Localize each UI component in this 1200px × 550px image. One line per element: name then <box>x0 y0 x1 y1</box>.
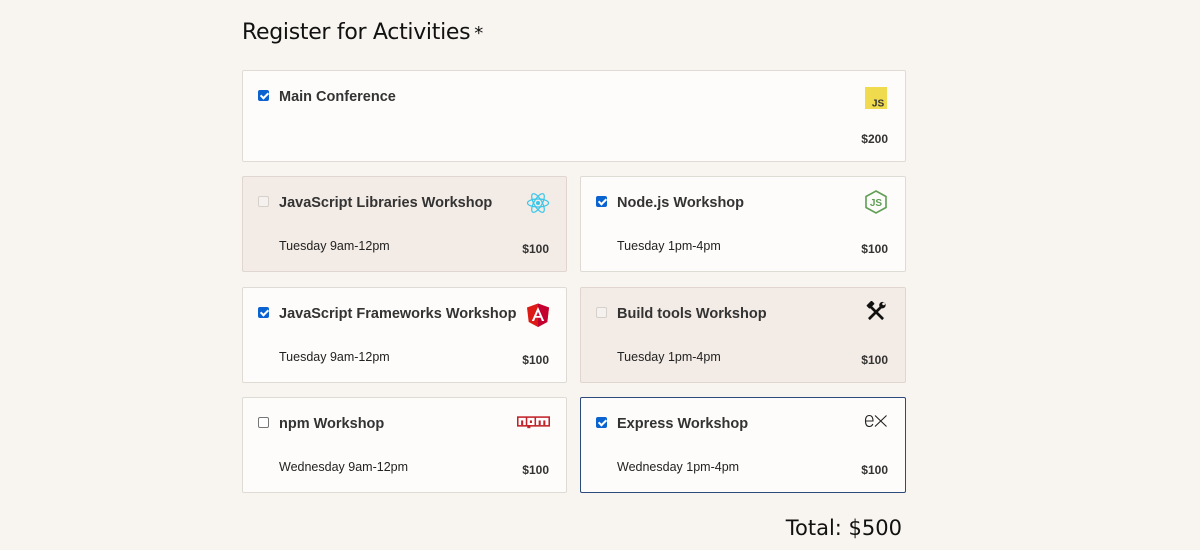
js-libraries-checkbox[interactable] <box>258 196 269 207</box>
required-marker: * <box>474 23 483 44</box>
activity-time: Wednesday 1pm-4pm <box>617 460 740 474</box>
activities-total: Total: $500 <box>785 516 902 540</box>
activity-name: JavaScript Libraries Workshop <box>279 195 493 211</box>
nodejs-checkbox[interactable] <box>596 196 607 207</box>
js-frameworks-checkbox[interactable] <box>258 307 269 318</box>
svg-text:JS: JS <box>872 98 885 109</box>
activity-price: $100 <box>861 463 888 477</box>
express-checkbox[interactable] <box>596 417 607 428</box>
activity-npm[interactable]: npm Workshop Wednesday 9am-12pm $100 <box>242 397 567 493</box>
main-conference-checkbox[interactable] <box>258 90 269 101</box>
activity-nodejs[interactable]: Node.js Workshop JS Tuesday 1pm-4pm $100 <box>580 176 906 272</box>
activity-js-libraries[interactable]: JavaScript Libraries Workshop Tuesday 9a… <box>242 176 567 272</box>
npm-checkbox[interactable] <box>258 417 269 428</box>
activity-price: $100 <box>522 242 549 256</box>
activity-name: npm Workshop <box>279 416 385 432</box>
build-tools-checkbox[interactable] <box>596 307 607 318</box>
activity-name: JavaScript Frameworks Workshop <box>279 306 517 322</box>
npm-icon <box>517 416 550 429</box>
activity-time: Tuesday 9am-12pm <box>279 350 390 364</box>
react-icon <box>526 193 550 213</box>
js-icon: JS <box>865 87 887 109</box>
activity-price: $100 <box>522 353 549 367</box>
activity-time: Tuesday 1pm-4pm <box>617 350 721 364</box>
activity-price: $100 <box>861 353 888 367</box>
activity-time: Tuesday 1pm-4pm <box>617 239 721 253</box>
activity-main-conference[interactable]: Main Conference JS $200 <box>242 70 906 162</box>
activity-name: Build tools Workshop <box>617 306 767 322</box>
express-icon <box>864 414 887 428</box>
activity-name: Main Conference <box>279 89 396 105</box>
activity-name: Node.js Workshop <box>617 195 745 211</box>
svg-text:JS: JS <box>870 198 883 209</box>
activity-price: $200 <box>861 132 888 146</box>
activity-time: Tuesday 9am-12pm <box>279 239 390 253</box>
angular-icon <box>527 303 549 327</box>
activity-time: Wednesday 9am-12pm <box>279 460 409 474</box>
activity-build-tools[interactable]: Build tools Workshop Tuesday 1pm-4pm $10… <box>580 287 906 383</box>
activity-price: $100 <box>861 242 888 256</box>
tools-icon <box>866 301 886 320</box>
activity-express[interactable]: Express Workshop Wednesday 1pm-4pm $100 <box>580 397 906 493</box>
activities-fieldset: Register for Activities * Main Conference… <box>242 0 906 550</box>
nodejs-icon: JS <box>865 190 887 214</box>
activities-heading: Register for Activities * <box>242 20 483 45</box>
activity-name: Express Workshop <box>617 416 749 432</box>
activity-price: $100 <box>522 463 549 477</box>
activity-js-frameworks[interactable]: JavaScript Frameworks Workshop Tuesday 9… <box>242 287 567 383</box>
